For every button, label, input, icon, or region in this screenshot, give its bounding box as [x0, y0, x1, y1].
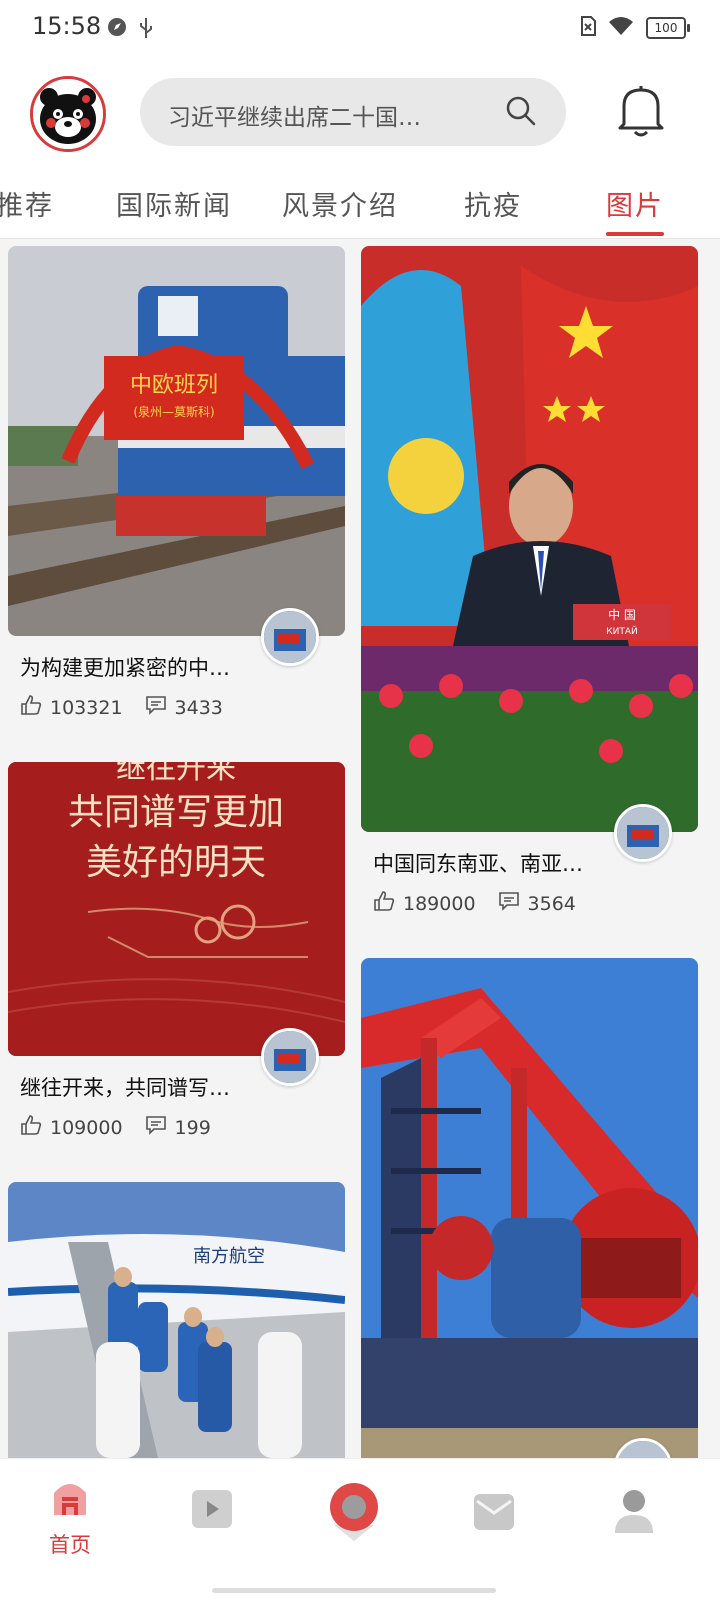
profile-icon	[613, 1490, 655, 1539]
battery-icon: 100	[646, 17, 690, 39]
nav-messages[interactable]	[454, 1493, 534, 1535]
compass-icon	[106, 16, 128, 42]
nameplate-subtext: КИТАЙ	[606, 625, 638, 637]
search-icon[interactable]	[504, 94, 538, 132]
source-avatar	[261, 608, 319, 666]
nav-video[interactable]	[172, 1489, 252, 1533]
nav-center-record[interactable]	[314, 1481, 394, 1545]
card-image: 中欧班列 (泉州—莫斯科)	[8, 246, 345, 636]
like-count: 103321	[50, 696, 123, 719]
news-card[interactable]: 中 国 КИТАЙ 中国同东南亚、南亚… 189000 3564	[361, 246, 698, 917]
airline-text: 南方航空	[193, 1246, 265, 1267]
train-banner-subtext: (泉州—莫斯科)	[133, 405, 214, 419]
status-icons: 100	[580, 16, 690, 40]
card-image: 南方航空	[8, 1182, 345, 1458]
comment-icon[interactable]	[145, 694, 167, 721]
category-tabs: 推荐 国际新闻 风景介绍 抗疫 图片	[0, 182, 720, 239]
card-image	[361, 958, 698, 1458]
comment-count: 3433	[174, 696, 223, 719]
thumbs-up-icon[interactable]	[20, 694, 42, 721]
status-time: 15:58	[32, 12, 102, 40]
tab-recommend[interactable]: 推荐	[0, 184, 54, 223]
card-stats: 109000 199	[20, 1114, 345, 1141]
news-card[interactable]	[361, 958, 698, 1496]
thumbs-up-icon[interactable]	[20, 1114, 42, 1141]
train-banner-text: 中欧班列	[130, 373, 218, 398]
like-count: 189000	[403, 892, 476, 915]
source-avatar	[614, 804, 672, 862]
usb-icon	[136, 16, 156, 44]
comment-count: 199	[174, 1116, 211, 1139]
tab-antiepidemic[interactable]: 抗疫	[464, 184, 522, 223]
status-bar: 15:58 100	[0, 0, 720, 58]
tab-international-news[interactable]: 国际新闻	[116, 184, 232, 223]
tab-pictures[interactable]: 图片	[606, 184, 664, 223]
card-image: 继往开来 共同谱写更加 美好的明天	[8, 762, 345, 1056]
news-card[interactable]: 南方航空	[8, 1182, 345, 1458]
nameplate-text: 中 国	[608, 607, 636, 622]
home-indicator	[212, 1588, 496, 1593]
mail-icon	[473, 1494, 515, 1535]
nav-profile[interactable]	[594, 1489, 674, 1539]
nav-home-label: 首页	[49, 1533, 91, 1557]
card-image: 中 国 КИТАЙ	[361, 246, 698, 832]
comment-icon[interactable]	[498, 890, 520, 917]
bottom-navigation: 首页	[0, 1458, 720, 1601]
active-tab-indicator	[606, 232, 664, 236]
search-placeholder: 习近平继续出席二十国…	[168, 105, 421, 131]
sim-icon	[580, 16, 596, 40]
card-stats: 189000 3564	[373, 890, 698, 917]
source-avatar	[261, 1028, 319, 1086]
tab-scenery[interactable]: 风景介绍	[282, 184, 398, 223]
search-input[interactable]: 习近平继续出席二十国…	[140, 78, 566, 146]
poster-line-3: 美好的明天	[86, 842, 266, 883]
comment-count: 3564	[527, 892, 576, 915]
header: 习近平继续出席二十国…	[0, 58, 720, 182]
thumbs-up-icon[interactable]	[373, 890, 395, 917]
bell-icon[interactable]	[614, 82, 668, 144]
like-count: 109000	[50, 1116, 123, 1139]
wifi-icon	[608, 16, 634, 40]
poster-line-2: 共同谱写更加	[68, 792, 284, 833]
home-icon	[50, 1484, 90, 1523]
user-avatar[interactable]	[30, 76, 106, 152]
card-stats: 103321 3433	[20, 694, 345, 721]
news-card[interactable]: 中欧班列 (泉州—莫斯科) 为构建更加紧密的中… 103321 3433	[8, 246, 345, 721]
news-card[interactable]: 继往开来 共同谱写更加 美好的明天 继往开来，共同谱写… 109000 199	[8, 762, 345, 1141]
poster-line-1: 继往开来	[116, 762, 236, 786]
nav-home[interactable]: 首页	[30, 1475, 110, 1559]
comment-icon[interactable]	[145, 1114, 167, 1141]
record-icon	[328, 1483, 380, 1545]
video-icon	[191, 1490, 233, 1533]
